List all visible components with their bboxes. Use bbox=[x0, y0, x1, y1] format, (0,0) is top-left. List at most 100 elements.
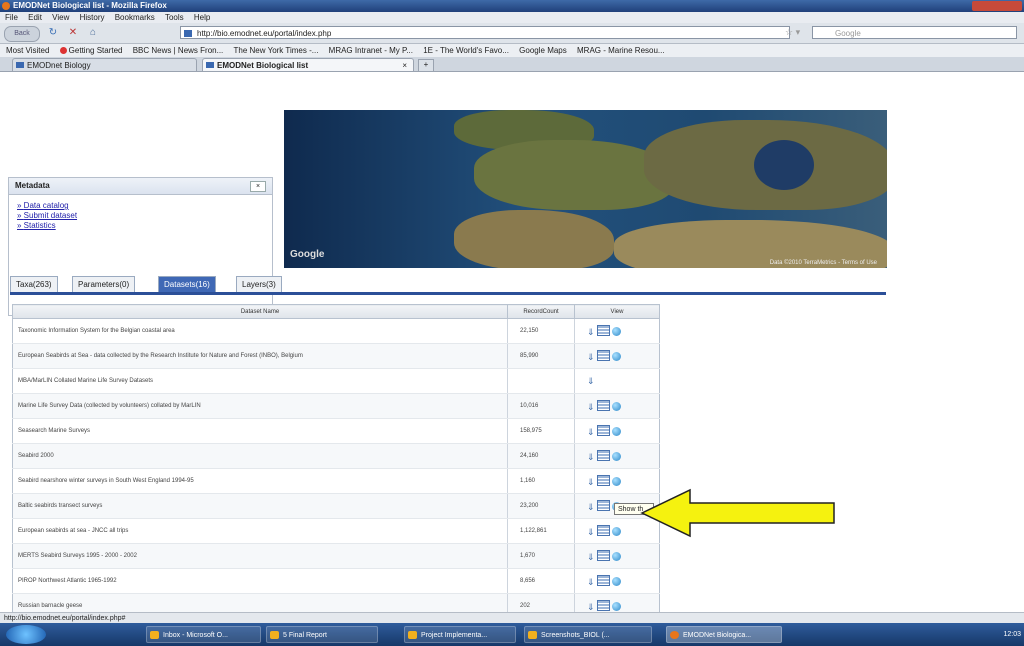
bookmark-mrag-marine[interactable]: MRAG - Marine Resou... bbox=[577, 46, 665, 55]
taskbar-item-label: Inbox - Microsoft O... bbox=[163, 632, 228, 639]
submit-dataset-link[interactable]: Submit dataset bbox=[17, 211, 272, 221]
menu-file[interactable]: File bbox=[5, 13, 18, 22]
new-tab-button[interactable]: + bbox=[418, 59, 434, 72]
table-row[interactable]: European Seabirds at Sea - data collecte… bbox=[12, 343, 660, 369]
bookmark-nyt[interactable]: The New York Times -... bbox=[234, 46, 319, 55]
table-view-icon[interactable] bbox=[597, 425, 610, 436]
download-icon[interactable]: ⇓ bbox=[587, 453, 595, 462]
url-bar[interactable]: http://bio.emodnet.eu/portal/index.php bbox=[180, 26, 790, 39]
bookmark-mrag-intranet[interactable]: MRAG Intranet - My P... bbox=[329, 46, 413, 55]
tab-datasets[interactable]: Datasets(16) bbox=[158, 276, 216, 292]
search-input[interactable]: Google bbox=[812, 26, 1017, 39]
bookmark-star-icon[interactable]: ☆ ▾ bbox=[785, 27, 800, 38]
download-icon[interactable]: ⇓ bbox=[587, 578, 595, 587]
taskbar-item-screenshots[interactable]: Screenshots_BIOL (... bbox=[524, 626, 652, 643]
menu-edit[interactable]: Edit bbox=[28, 13, 42, 22]
bookmark-bbc[interactable]: BBC News | News Fron... bbox=[133, 46, 224, 55]
column-dataset-name[interactable]: Dataset Name bbox=[12, 304, 508, 319]
stop-icon[interactable]: ✕ bbox=[66, 26, 80, 40]
table-view-icon[interactable] bbox=[597, 550, 610, 561]
record-count-cell: 8,656 bbox=[507, 568, 575, 594]
globe-map-icon[interactable] bbox=[612, 327, 621, 336]
table-row[interactable]: Baltic seabirds transect surveys 23,200 ⇓ bbox=[12, 493, 660, 519]
table-row[interactable]: Seasearch Marine Surveys 158,975 ⇓ bbox=[12, 418, 660, 444]
table-row[interactable]: Seabird 2000 24,160 ⇓ bbox=[12, 443, 660, 469]
statistics-link[interactable]: Statistics bbox=[17, 221, 272, 231]
download-icon[interactable]: ⇓ bbox=[587, 503, 595, 512]
globe-map-icon[interactable] bbox=[612, 477, 621, 486]
download-icon[interactable]: ⇓ bbox=[587, 403, 595, 412]
firefox-icon bbox=[670, 631, 679, 639]
table-row[interactable]: Marine Life Survey Data (collected by vo… bbox=[12, 393, 660, 419]
browser-tab-emodnet-list[interactable]: EMODNet Biological list × bbox=[202, 58, 414, 71]
table-row[interactable]: PIROP Northwest Atlantic 1965-1992 8,656 ⇓ bbox=[12, 568, 660, 594]
download-icon[interactable]: ⇓ bbox=[587, 603, 595, 612]
menu-help[interactable]: Help bbox=[194, 13, 210, 22]
table-view-icon[interactable] bbox=[597, 325, 610, 336]
globe-map-icon[interactable] bbox=[612, 527, 621, 536]
globe-map-icon[interactable] bbox=[612, 552, 621, 561]
globe-map-icon[interactable] bbox=[612, 402, 621, 411]
table-view-icon[interactable] bbox=[597, 475, 610, 486]
table-row[interactable]: Seabird nearshore winter surveys in Sout… bbox=[12, 468, 660, 494]
table-view-icon[interactable] bbox=[597, 575, 610, 586]
download-icon[interactable]: ⇓ bbox=[587, 553, 595, 562]
globe-map-icon[interactable] bbox=[612, 602, 621, 611]
download-icon[interactable]: ⇓ bbox=[587, 478, 595, 487]
record-count-cell: 24,160 bbox=[507, 443, 575, 469]
menu-view[interactable]: View bbox=[52, 13, 69, 22]
dataset-name-cell: Taxonomic Information System for the Bel… bbox=[12, 318, 508, 344]
home-icon[interactable]: ⌂ bbox=[86, 26, 100, 40]
table-view-icon[interactable] bbox=[597, 525, 610, 536]
taskbar-item-firefox[interactable]: EMODNet Biologica... bbox=[666, 626, 782, 643]
data-catalog-link[interactable]: Data catalog bbox=[17, 201, 272, 211]
outlook-icon bbox=[150, 631, 159, 639]
system-tray[interactable]: 12:03 bbox=[861, 626, 1021, 643]
table-row[interactable]: MERTS Seabird Surveys 1995 - 2000 - 2002… bbox=[12, 543, 660, 569]
globe-map-icon[interactable] bbox=[612, 452, 621, 461]
bookmark-google-maps[interactable]: Google Maps bbox=[519, 46, 567, 55]
globe-map-icon[interactable] bbox=[612, 427, 621, 436]
globe-map-icon[interactable] bbox=[612, 352, 621, 361]
taskbar-item-project[interactable]: Project Implementa... bbox=[404, 626, 516, 643]
dataset-name-cell: Baltic seabirds transect surveys bbox=[12, 493, 508, 519]
download-icon[interactable]: ⇓ bbox=[587, 353, 595, 362]
menu-history[interactable]: History bbox=[80, 13, 105, 22]
menu-bookmarks[interactable]: Bookmarks bbox=[115, 13, 155, 22]
taskbar-item-inbox[interactable]: Inbox - Microsoft O... bbox=[146, 626, 261, 643]
menu-tools[interactable]: Tools bbox=[165, 13, 184, 22]
reload-icon[interactable]: ↻ bbox=[46, 26, 60, 40]
bookmark-ie[interactable]: 1E - The World's Favo... bbox=[423, 46, 509, 55]
table-view-icon[interactable] bbox=[597, 600, 610, 611]
download-icon[interactable]: ⇓ bbox=[587, 376, 595, 386]
table-view-icon[interactable] bbox=[597, 350, 610, 361]
download-icon[interactable]: ⇓ bbox=[587, 328, 595, 337]
dataset-name-cell: Seabird nearshore winter surveys in Sout… bbox=[12, 468, 508, 494]
table-row[interactable]: MBA/MarLIN Collated Marine Life Survey D… bbox=[12, 368, 660, 394]
tab-taxa[interactable]: Taxa(263) bbox=[10, 276, 58, 292]
close-icon[interactable]: × bbox=[250, 181, 266, 192]
taskbar-item-final-report[interactable]: 5 Final Report bbox=[266, 626, 378, 643]
download-icon[interactable]: ⇓ bbox=[587, 428, 595, 437]
table-view-icon[interactable] bbox=[597, 500, 610, 511]
download-icon[interactable]: ⇓ bbox=[587, 528, 595, 537]
table-row[interactable]: European seabirds at sea - JNCC all trip… bbox=[12, 518, 660, 544]
close-tab-icon[interactable]: × bbox=[402, 59, 407, 72]
column-view[interactable]: View bbox=[574, 304, 660, 319]
table-row[interactable]: Taxonomic Information System for the Bel… bbox=[12, 318, 660, 344]
browser-tab-emodnet-biology[interactable]: EMODnet Biology bbox=[12, 58, 197, 71]
window-controls[interactable] bbox=[972, 1, 1022, 11]
tab-parameters[interactable]: Parameters(0) bbox=[72, 276, 136, 292]
tab-favicon-icon bbox=[206, 62, 214, 68]
back-button[interactable]: Back bbox=[4, 26, 40, 42]
start-button[interactable] bbox=[6, 625, 46, 644]
bookmark-most-visited[interactable]: Most Visited bbox=[6, 46, 49, 55]
bookmark-getting-started[interactable]: Getting Started bbox=[59, 46, 122, 55]
table-view-icon[interactable] bbox=[597, 400, 610, 411]
table-view-icon[interactable] bbox=[597, 450, 610, 461]
globe-map-icon[interactable] bbox=[612, 577, 621, 586]
map-view[interactable]: Google Data ©2010 TerraMetrics - Terms o… bbox=[284, 110, 887, 268]
tab-layers[interactable]: Layers(3) bbox=[236, 276, 282, 292]
google-logo: Google bbox=[290, 249, 325, 260]
column-record-count[interactable]: RecordCount bbox=[507, 304, 575, 319]
